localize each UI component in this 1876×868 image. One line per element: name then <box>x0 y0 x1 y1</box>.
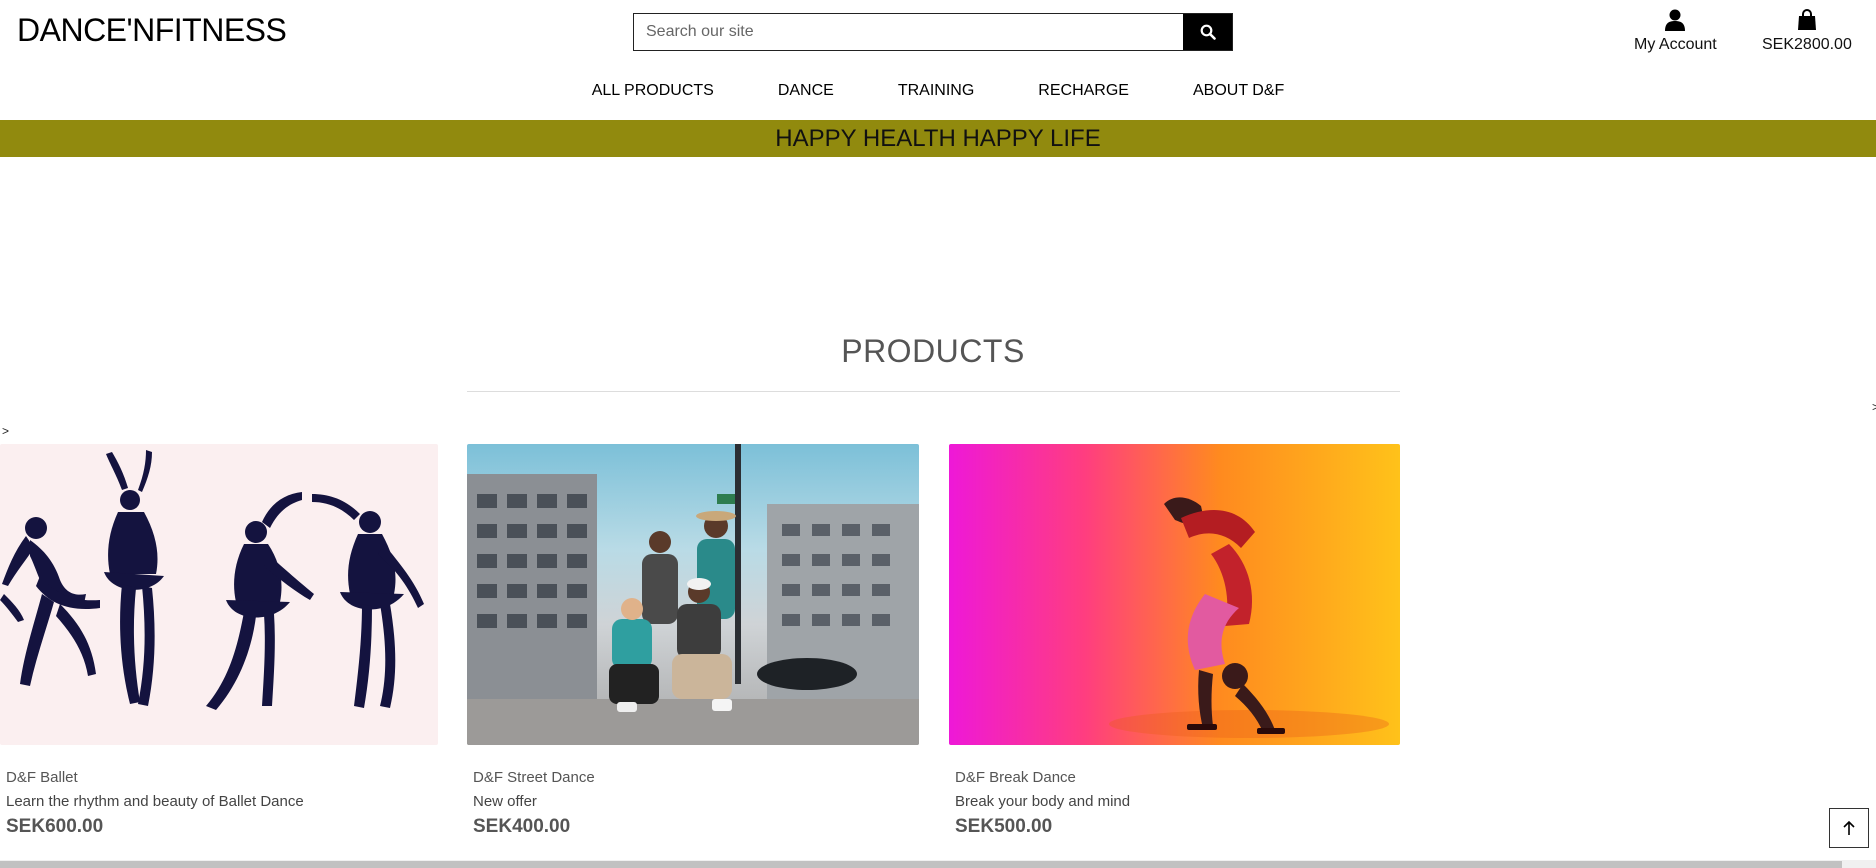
cart-link[interactable]: SEK2800.00 <box>1762 8 1852 54</box>
search-icon <box>1200 24 1216 40</box>
product-description: Break your body and mind <box>955 793 1131 810</box>
search-button[interactable] <box>1183 14 1232 50</box>
nav-training[interactable]: TRAINING <box>866 82 1006 100</box>
nav-dance[interactable]: DANCE <box>746 82 866 100</box>
search-input[interactable] <box>634 14 1183 50</box>
shopping-bag-icon <box>1762 8 1852 34</box>
product-name[interactable]: D&F Break Dance <box>955 769 1400 786</box>
my-account-link[interactable]: My Account <box>1634 8 1717 54</box>
product-description: New offer <box>473 793 537 810</box>
promo-banner: HAPPY HEALTH HAPPY LIFE <box>0 120 1876 157</box>
product-price: SEK600.00 <box>6 816 104 837</box>
user-icon <box>1634 8 1717 34</box>
carousel-next-arrow[interactable]: > <box>1872 400 1876 414</box>
nav-about[interactable]: ABOUT D&F <box>1161 82 1316 100</box>
search-form <box>633 13 1233 51</box>
product-name[interactable]: D&F Ballet <box>6 769 438 786</box>
carousel-prev-arrow[interactable]: > <box>2 424 9 438</box>
cart-total: SEK2800.00 <box>1762 36 1852 53</box>
product-image-street-dance[interactable] <box>467 444 919 745</box>
product-card-break-dance[interactable]: D&F Break Dance Break your body and mind… <box>949 444 1400 838</box>
nav-recharge[interactable]: RECHARGE <box>1006 82 1161 100</box>
product-card-street-dance[interactable]: D&F Street Dance New offer SEK400.00 <box>467 444 919 838</box>
heading-divider <box>467 391 1400 392</box>
arrow-up-icon <box>1843 820 1855 835</box>
products-heading: PRODUCTS <box>841 333 1025 369</box>
product-name[interactable]: D&F Street Dance <box>473 769 919 786</box>
my-account-label: My Account <box>1634 36 1717 53</box>
product-image-ballet[interactable] <box>0 444 438 745</box>
nav-all-products[interactable]: ALL PRODUCTS <box>560 82 746 100</box>
product-description: Learn the rhythm and beauty of Ballet Da… <box>6 793 304 810</box>
site-logo[interactable]: DANCE'NFITNESS <box>17 12 287 49</box>
product-card-ballet[interactable]: D&F Ballet Learn the rhythm and beauty o… <box>0 444 438 838</box>
back-to-top-button[interactable] <box>1829 808 1869 848</box>
product-price: SEK500.00 <box>955 816 1053 837</box>
main-nav: ALL PRODUCTS DANCE TRAINING RECHARGE ABO… <box>0 82 1876 100</box>
product-price: SEK400.00 <box>473 816 571 837</box>
horizontal-scrollbar-thumb[interactable] <box>0 861 1842 868</box>
product-image-break-dance[interactable] <box>949 444 1400 745</box>
